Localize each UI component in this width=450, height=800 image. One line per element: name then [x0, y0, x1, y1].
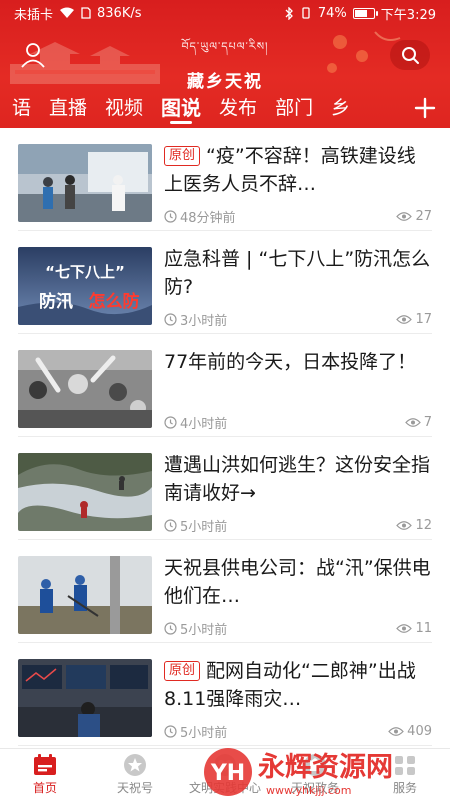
article-thumbnail [18, 453, 152, 531]
article-title: 遭遇山洪如何逃生？这份安全指南请收好→ [164, 454, 431, 504]
nav-label: 首页 [32, 781, 57, 795]
article-title: 原创 配网自动化“二郎神”出战8.11强降雨灾… [164, 660, 416, 710]
service-icon [392, 753, 418, 777]
list-item[interactable]: 77年前的今天，日本投降了！ 4小时前 7 [18, 334, 432, 437]
article-time: 48分钟前 [180, 210, 236, 226]
article-title: 天祝县供电公司：战“汛”保供电 他们在… [164, 557, 431, 607]
tab-language[interactable]: 语 [0, 88, 40, 128]
article-views: 27 [415, 208, 432, 224]
article-views: 409 [407, 723, 432, 739]
battery-icon [352, 7, 378, 19]
tab-video[interactable]: 视频 [96, 88, 152, 128]
heart-center-icon [212, 753, 238, 777]
bottom-navigation: 首页 天祝号 文明实践中心 天祝政务 服务 [0, 748, 450, 800]
thumb-caption-2: 防汛 [39, 291, 73, 312]
thumb-caption-1: “七下八上” [45, 263, 125, 281]
list-item[interactable]: “七下八上” 防汛 怎么防 应急科普 | “七下八上”防汛怎么防? 3小时前 1… [18, 231, 432, 334]
tab-township[interactable]: 乡 [322, 88, 359, 128]
clock-icon [164, 415, 177, 429]
clock-icon [164, 518, 177, 532]
eye-icon [396, 623, 413, 633]
nav-government[interactable]: 天祝政务 [270, 749, 360, 800]
app-logo: བོད་ཡུལ་དཔལ་རིས། 藏乡天祝 [0, 34, 450, 92]
article-thumbnail: “七下八上” 防汛 怎么防 [18, 247, 152, 325]
network-speed: 836K/s [97, 5, 142, 21]
gov-icon [302, 753, 328, 777]
nav-home[interactable]: 首页 [0, 749, 90, 800]
eye-icon [396, 520, 413, 530]
wifi-icon [59, 7, 75, 19]
article-thumbnail [18, 556, 152, 634]
article-thumbnail [18, 659, 152, 737]
article-thumbnail [18, 350, 152, 428]
nav-label: 服务 [392, 781, 417, 795]
bluetooth-icon [285, 6, 294, 20]
thumb-caption-3: 怎么防 [89, 291, 140, 312]
app-header: 未插卡 836K/s 74% 下午3:29 བོད་ཡུལ་དཔལ་རིས། 藏… [0, 0, 450, 128]
nav-label: 天祝号 [116, 781, 153, 795]
article-views: 11 [415, 620, 432, 636]
article-time: 3小时前 [180, 313, 228, 329]
article-time: 5小时前 [180, 519, 228, 535]
clock: 下午3:29 [380, 7, 436, 23]
clock-icon [164, 209, 177, 223]
nav-service[interactable]: 服务 [360, 749, 450, 800]
list-item[interactable]: 原创 “疫”不容辞！高铁建设线上医务人员不辞… 48分钟前 27 [18, 128, 432, 231]
nav-tianzhu-account[interactable]: 天祝号 [90, 749, 180, 800]
original-badge: 原创 [164, 661, 201, 681]
clock-icon [164, 621, 177, 635]
logo-tibetan: བོད་ཡུལ་དཔལ་རིས། [181, 40, 269, 53]
eye-icon [404, 417, 421, 427]
tab-live[interactable]: 直播 [40, 88, 96, 128]
article-time: 4小时前 [180, 416, 228, 432]
article-title: 应急科普 | “七下八上”防汛怎么防? [164, 248, 431, 298]
search-button[interactable] [390, 40, 430, 70]
sim-icon [81, 7, 91, 19]
star-icon [122, 753, 148, 777]
category-tabs: 语 直播 视频 图说 发布 部门 乡 [0, 88, 450, 128]
clock-icon [164, 724, 177, 738]
eye-icon [396, 314, 413, 324]
article-title: 原创 “疫”不容辞！高铁建设线上医务人员不辞… [164, 145, 416, 195]
add-tab-button[interactable] [412, 90, 438, 126]
battery-percent: 74% [317, 5, 347, 21]
clock-icon [164, 312, 177, 326]
vibrate-icon [300, 7, 312, 19]
calendar-home-icon [32, 753, 58, 777]
carrier-text: 未插卡 [14, 7, 54, 23]
tab-department[interactable]: 部门 [266, 88, 322, 128]
nav-civilization-center[interactable]: 文明实践中心 [180, 749, 270, 800]
article-title: 77年前的今天，日本投降了！ [164, 351, 417, 373]
article-views: 7 [423, 414, 432, 430]
tab-publish[interactable]: 发布 [210, 88, 266, 128]
eye-icon [396, 211, 413, 221]
tab-picture-story[interactable]: 图说 [152, 88, 210, 128]
nav-label: 天祝政务 [290, 781, 339, 795]
nav-label: 文明实践中心 [188, 781, 261, 795]
article-views: 17 [415, 311, 432, 327]
list-item[interactable]: 原创 配网自动化“二郎神”出战8.11强降雨灾… 5小时前 409 [18, 643, 432, 746]
article-time: 5小时前 [180, 622, 228, 638]
eye-icon [388, 726, 404, 736]
article-views: 12 [415, 517, 432, 533]
article-list: 原创 “疫”不容辞！高铁建设线上医务人员不辞… 48分钟前 27 “七下八上” 防… [0, 128, 450, 748]
article-thumbnail [18, 144, 152, 222]
search-icon [402, 47, 419, 64]
plus-icon [414, 97, 436, 119]
article-time: 5小时前 [180, 725, 228, 741]
original-badge: 原创 [164, 146, 201, 166]
list-item[interactable]: 天祝县供电公司：战“汛”保供电 他们在… 5小时前 11 [18, 540, 432, 643]
list-item[interactable]: 遭遇山洪如何逃生？这份安全指南请收好→ 5小时前 12 [18, 437, 432, 540]
status-bar: 未插卡 836K/s 74% 下午3:29 [0, 0, 450, 26]
